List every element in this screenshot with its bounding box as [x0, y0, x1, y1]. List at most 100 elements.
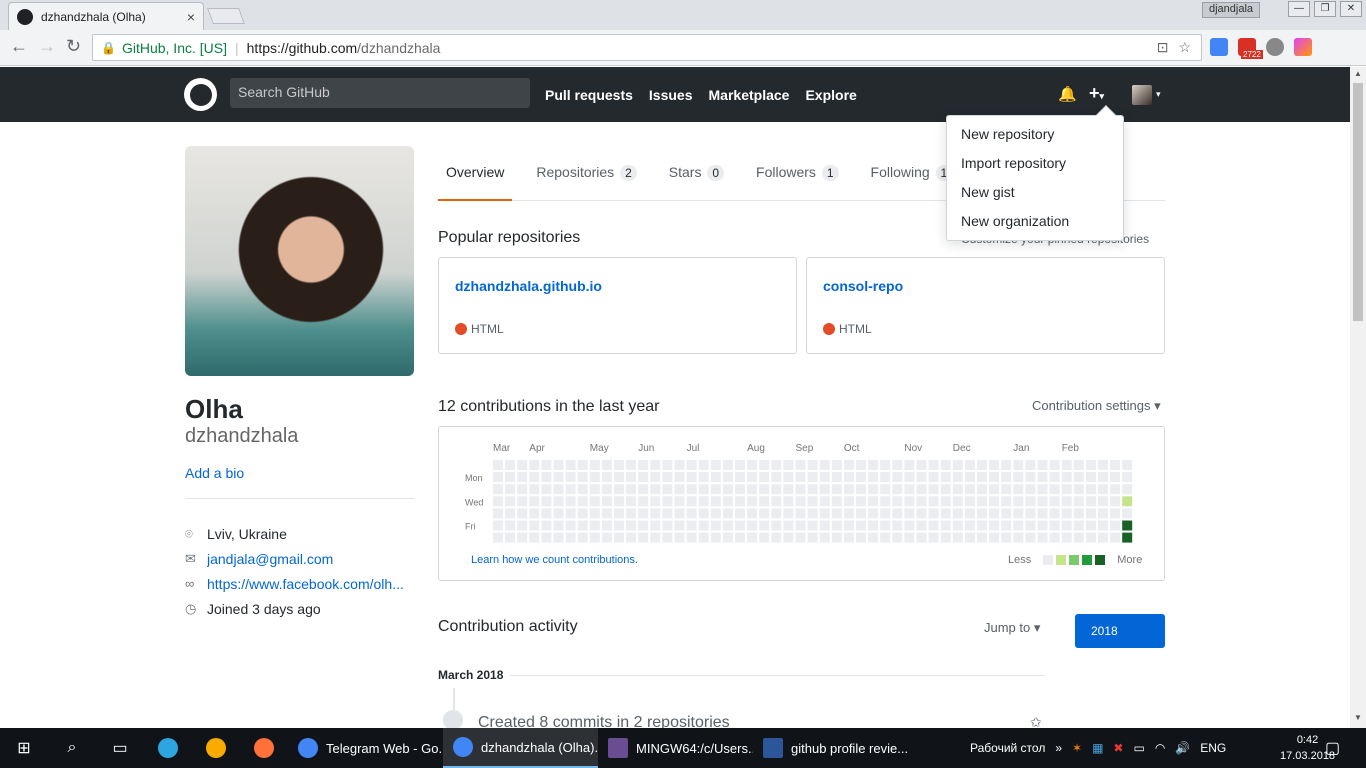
tray-overflow-icon[interactable]: »	[1055, 741, 1062, 755]
day-cell[interactable]	[1001, 532, 1012, 543]
day-cell[interactable]	[831, 520, 842, 531]
day-cell[interactable]	[964, 496, 975, 507]
day-cell[interactable]	[698, 472, 709, 483]
day-cell[interactable]	[1073, 472, 1084, 483]
day-cell[interactable]	[771, 508, 782, 519]
day-cell[interactable]	[747, 460, 758, 470]
language-indicator[interactable]: ENG	[1200, 741, 1226, 755]
day-cell[interactable]	[964, 508, 975, 519]
day-cell[interactable]	[880, 472, 891, 483]
day-cell[interactable]	[892, 472, 903, 483]
day-cell[interactable]	[541, 460, 552, 470]
day-cell[interactable]	[747, 472, 758, 483]
day-cell[interactable]	[1122, 460, 1133, 470]
day-cell[interactable]	[747, 496, 758, 507]
antivirus-icon[interactable]: ✖	[1113, 741, 1123, 755]
day-cell[interactable]	[1098, 460, 1108, 470]
day-cell[interactable]	[686, 520, 697, 531]
day-cell[interactable]	[541, 472, 552, 483]
day-cell[interactable]	[614, 460, 624, 470]
day-cell[interactable]	[892, 508, 903, 519]
day-cell[interactable]	[626, 472, 637, 483]
day-cell[interactable]	[638, 520, 649, 531]
day-cell[interactable]	[601, 496, 612, 507]
day-cell[interactable]	[795, 496, 806, 507]
day-cell[interactable]	[940, 484, 951, 495]
day-cell[interactable]	[735, 472, 745, 483]
day-cell[interactable]	[819, 520, 830, 531]
day-cell[interactable]	[638, 460, 649, 470]
day-cell[interactable]	[650, 520, 661, 531]
day-cell[interactable]	[1061, 520, 1072, 531]
day-cell[interactable]	[831, 472, 842, 483]
day-cell[interactable]	[880, 508, 891, 519]
day-cell[interactable]	[505, 484, 516, 495]
day-cell[interactable]	[1085, 508, 1096, 519]
repo-name-link[interactable]: consol-repo	[823, 278, 1148, 294]
day-cell[interactable]	[783, 460, 794, 470]
day-cell[interactable]	[1122, 508, 1133, 519]
day-cell[interactable]	[626, 484, 637, 495]
day-cell[interactable]	[928, 532, 939, 543]
day-cell[interactable]	[517, 472, 528, 483]
day-cell[interactable]	[638, 484, 649, 495]
day-cell[interactable]	[892, 484, 903, 495]
day-cell[interactable]	[1110, 508, 1121, 519]
day-cell[interactable]	[807, 520, 818, 531]
day-cell[interactable]	[529, 520, 540, 531]
day-cell[interactable]	[710, 484, 721, 495]
settings-ext-icon[interactable]	[1266, 38, 1284, 56]
day-cell[interactable]	[1001, 484, 1012, 495]
day-cell[interactable]	[710, 508, 721, 519]
day-cell[interactable]	[1061, 472, 1072, 483]
day-cell[interactable]	[964, 520, 975, 531]
day-cell[interactable]	[698, 460, 709, 470]
day-cell[interactable]	[553, 532, 564, 543]
day-cell[interactable]	[698, 520, 709, 531]
day-cell[interactable]	[1001, 520, 1012, 531]
day-cell[interactable]	[989, 532, 1000, 543]
day-cell[interactable]	[843, 484, 854, 495]
day-cell[interactable]	[650, 496, 661, 507]
day-cell[interactable]	[928, 460, 939, 470]
day-cell[interactable]	[1001, 508, 1012, 519]
day-cell[interactable]	[807, 472, 818, 483]
minimize-icon[interactable]: —	[1288, 1, 1310, 17]
day-cell[interactable]	[505, 472, 516, 483]
day-cell[interactable]	[1085, 484, 1096, 495]
day-cell[interactable]	[989, 520, 1000, 531]
learn-contributions-link[interactable]: Learn how we count contributions.	[471, 554, 638, 566]
day-cell[interactable]	[904, 520, 915, 531]
day-cell[interactable]	[1037, 472, 1048, 483]
day-cell[interactable]	[601, 532, 612, 543]
day-cell[interactable]	[1122, 520, 1133, 531]
day-cell[interactable]	[952, 472, 963, 483]
day-cell[interactable]	[843, 532, 854, 543]
day-cell[interactable]	[880, 532, 891, 543]
nav-pull-requests[interactable]: Pull requests	[545, 87, 633, 103]
day-cell[interactable]	[686, 508, 697, 519]
day-cell[interactable]	[1122, 484, 1133, 495]
day-cell[interactable]	[1025, 460, 1036, 470]
day-cell[interactable]	[1049, 520, 1060, 531]
day-cell[interactable]	[977, 532, 987, 543]
day-cell[interactable]	[601, 508, 612, 519]
day-cell[interactable]	[1085, 496, 1096, 507]
day-cell[interactable]	[940, 460, 951, 470]
day-cell[interactable]	[819, 484, 830, 495]
day-cell[interactable]	[989, 484, 1000, 495]
day-cell[interactable]	[710, 460, 721, 470]
day-cell[interactable]	[916, 472, 927, 483]
day-cell[interactable]	[868, 508, 879, 519]
day-cell[interactable]	[916, 496, 927, 507]
page-scrollbar[interactable]: ▲ ▼	[1350, 67, 1366, 728]
day-cell[interactable]	[662, 520, 673, 531]
day-cell[interactable]	[589, 460, 600, 470]
day-cell[interactable]	[735, 460, 745, 470]
day-cell[interactable]	[1001, 472, 1012, 483]
day-cell[interactable]	[952, 484, 963, 495]
day-cell[interactable]	[819, 508, 830, 519]
day-cell[interactable]	[674, 508, 685, 519]
day-cell[interactable]	[856, 472, 866, 483]
day-cell[interactable]	[843, 520, 854, 531]
